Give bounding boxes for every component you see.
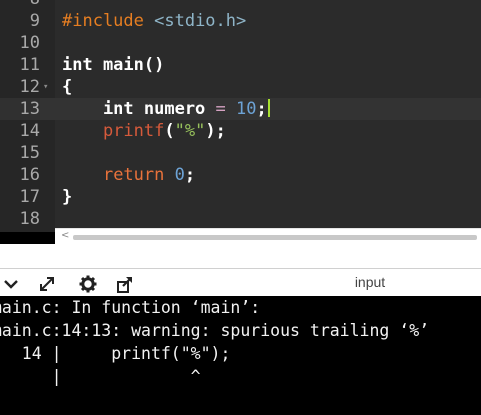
console-line: | ^	[0, 367, 201, 386]
panel-divider[interactable]	[0, 244, 481, 268]
code-text[interactable]: int numero = 10;	[62, 98, 270, 120]
horizontal-scrollbar[interactable]: <	[55, 228, 481, 244]
code-line[interactable]: 15	[0, 142, 481, 164]
code-token: {	[62, 77, 73, 97]
code-line[interactable]: 18	[0, 208, 481, 230]
code-token: int numero	[62, 99, 216, 119]
code-line[interactable]: 17}	[0, 186, 481, 208]
scrollbar-thumb[interactable]	[73, 235, 477, 240]
code-token: ;	[184, 165, 196, 185]
code-token: );	[205, 121, 226, 141]
code-token: }	[62, 187, 73, 207]
console-line: main.c:14:13: warning: spurious trailing…	[0, 321, 430, 340]
code-text[interactable]: }	[62, 186, 72, 208]
code-token: "%"	[174, 121, 206, 141]
code-token: =	[215, 99, 226, 119]
line-number: 15	[19, 143, 40, 163]
line-number: 8	[0, 0, 40, 10]
console-line: main.c: In function ‘main’:	[0, 298, 261, 317]
line-number: 14	[19, 121, 40, 141]
code-token: return	[102, 165, 165, 185]
code-line[interactable]: 8	[0, 0, 481, 10]
code-line[interactable]: 16 return 0;	[0, 164, 481, 186]
code-text[interactable]: {	[62, 76, 72, 98]
code-text[interactable]: printf("%");	[62, 120, 226, 142]
line-number: 13	[0, 98, 40, 120]
code-text[interactable]: #include <stdio.h>	[62, 10, 246, 32]
code-token: printf	[102, 121, 165, 141]
code-editor[interactable]: 89#include <stdio.h>1011int main()12▾{13…	[0, 0, 481, 232]
code-text[interactable]: int main()	[62, 54, 164, 76]
code-line[interactable]: 11 int main()	[0, 54, 481, 76]
text-cursor	[267, 99, 270, 117]
tab-input[interactable]: input	[280, 269, 460, 296]
code-token: (	[164, 121, 175, 141]
console-output: main.c: In function ‘main’: main.c:14:13:…	[0, 296, 481, 415]
code-token: int main()	[62, 55, 165, 75]
line-number: 12	[19, 77, 40, 97]
line-number: 18	[19, 209, 40, 229]
console-toolbar: input	[0, 268, 481, 296]
code-text[interactable]: return 0;	[62, 164, 195, 186]
code-token: ;	[256, 99, 267, 119]
code-token: #include	[62, 11, 155, 31]
console-line: 14 | printf("%");	[0, 344, 231, 363]
code-line[interactable]: 9 #include <stdio.h>	[0, 10, 481, 32]
code-token: 10	[236, 99, 257, 119]
share-icon[interactable]	[114, 274, 136, 294]
line-number: 9	[29, 11, 40, 31]
code-line[interactable]: 13 int numero = 10;	[0, 98, 481, 120]
gear-icon[interactable]	[77, 274, 99, 294]
line-number: 16	[19, 165, 40, 185]
scroll-left-icon[interactable]: <	[61, 230, 69, 241]
code-token: <stdio.h>	[154, 11, 247, 31]
expand-icon[interactable]	[36, 274, 58, 294]
code-token: 0	[174, 165, 185, 185]
code-line[interactable]: 14 printf("%");	[0, 120, 481, 142]
line-number: 17	[19, 187, 40, 207]
code-line[interactable]: 10	[0, 32, 481, 54]
line-number: 10	[19, 33, 40, 53]
editor-lines[interactable]: 89#include <stdio.h>1011int main()12▾{13…	[0, 0, 481, 232]
chevron-down-icon[interactable]	[0, 274, 22, 294]
line-number: 11	[19, 55, 40, 75]
code-line[interactable]: 12 ▾ {	[0, 76, 481, 98]
fold-arrow-icon[interactable]: ▾	[43, 76, 53, 98]
